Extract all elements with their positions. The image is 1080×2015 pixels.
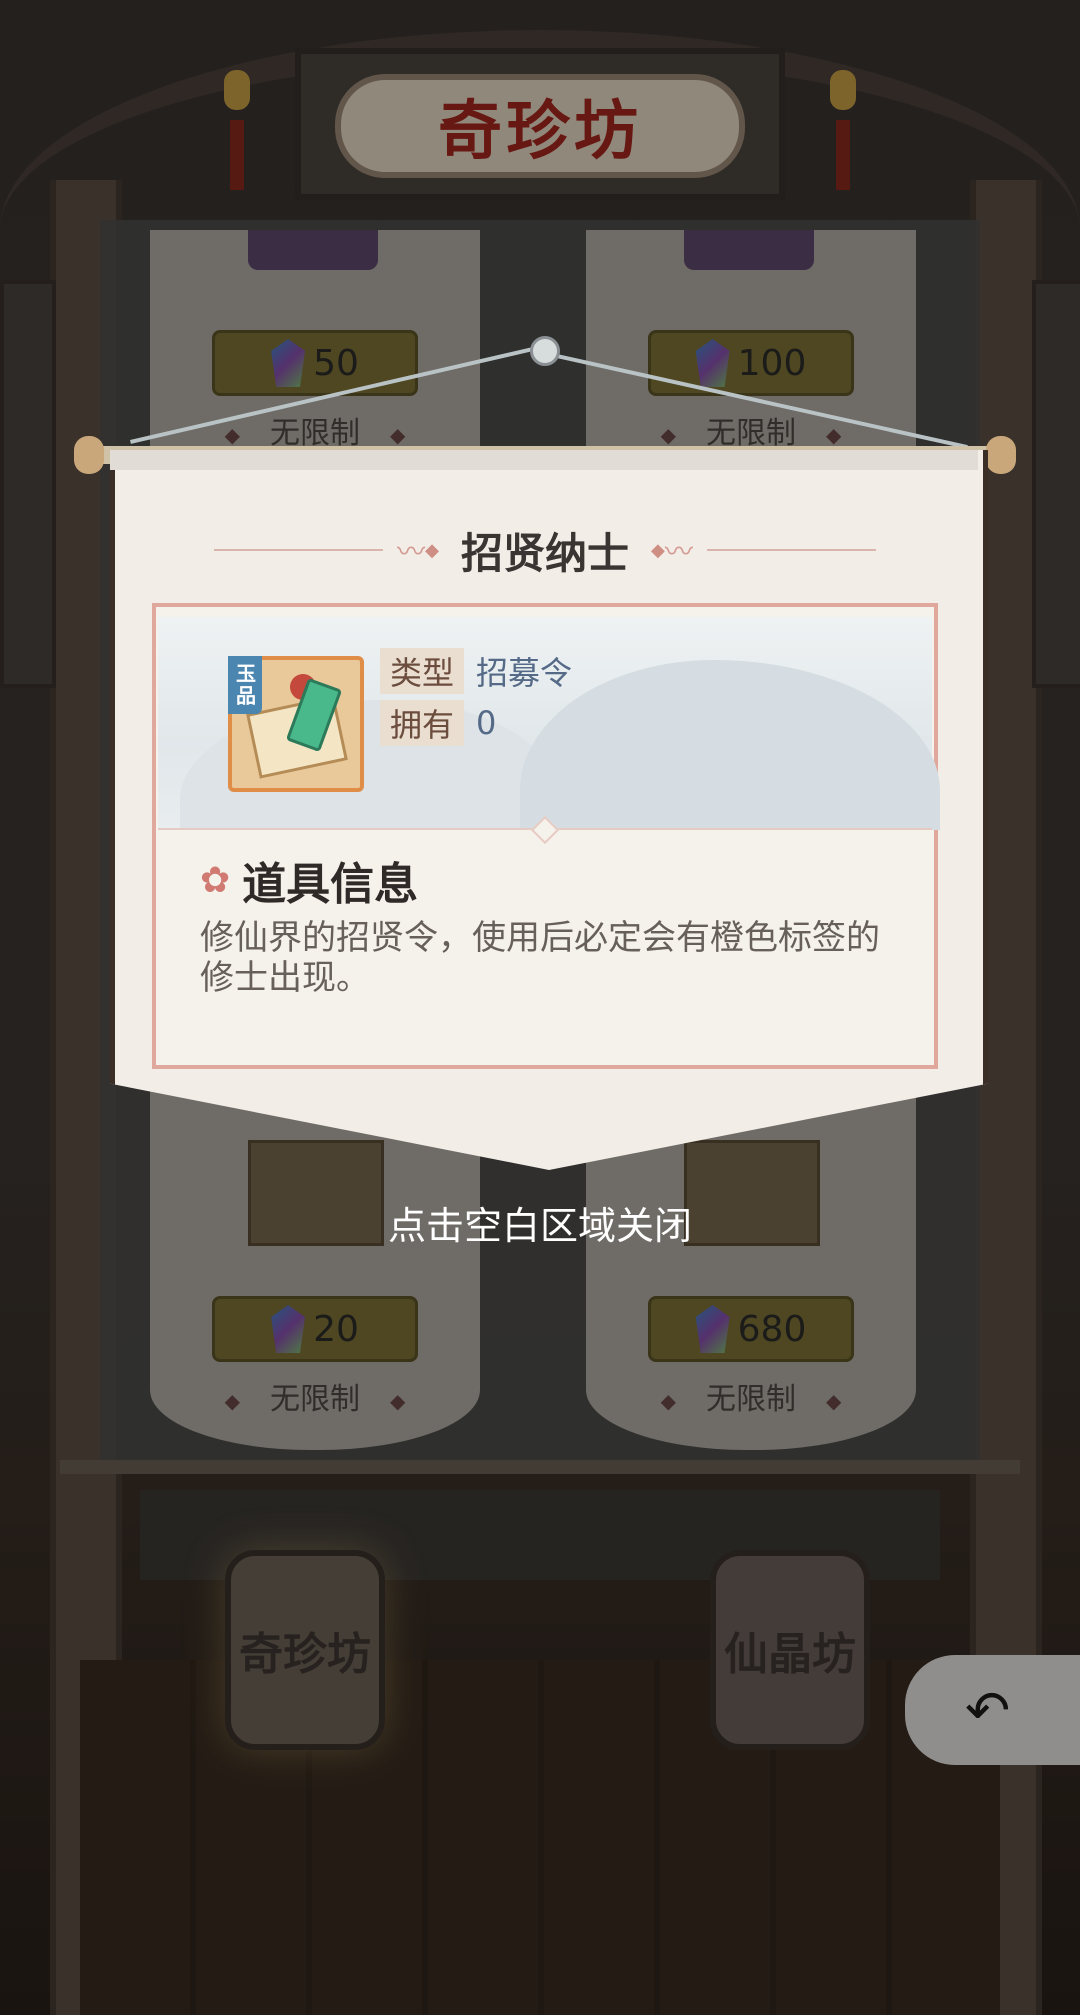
info-title: 道具信息 — [242, 859, 419, 910]
grade-badge: 玉品 — [228, 656, 262, 714]
hanging-knob — [530, 336, 560, 366]
type-value: 招募令 — [476, 654, 573, 692]
diamond-icon: ◆ — [651, 539, 665, 561]
item-info-heading: ✿ 道具信息 — [200, 852, 418, 910]
rod-end — [986, 436, 1016, 474]
rod-end — [74, 436, 104, 474]
owned-value: 0 — [476, 704, 497, 742]
header-line — [706, 549, 877, 551]
item-description: 修仙界的招贤令，使用后必定会有橙色标签的修士出现。 — [200, 918, 880, 998]
diamond-icon: ◆ — [425, 539, 439, 561]
item-type-row: 类型 招募令 — [380, 648, 572, 694]
cloud-swirl-icon: 〰 — [664, 535, 693, 568]
item-owned-row: 拥有 0 — [380, 700, 496, 746]
flower-icon: ✿ — [200, 859, 231, 901]
owned-label: 拥有 — [380, 700, 465, 746]
type-label: 类型 — [380, 648, 465, 694]
close-hint: 点击空白区域关闭 — [387, 1204, 692, 1248]
cloud-swirl-icon: 〰 — [397, 535, 426, 568]
popup-header: 〰 ◆ 招贤纳士 ◆ 〰 — [200, 520, 890, 580]
header-line — [214, 549, 384, 551]
popup-title: 招贤纳士 — [461, 528, 630, 578]
scroll-top-band — [110, 450, 978, 470]
